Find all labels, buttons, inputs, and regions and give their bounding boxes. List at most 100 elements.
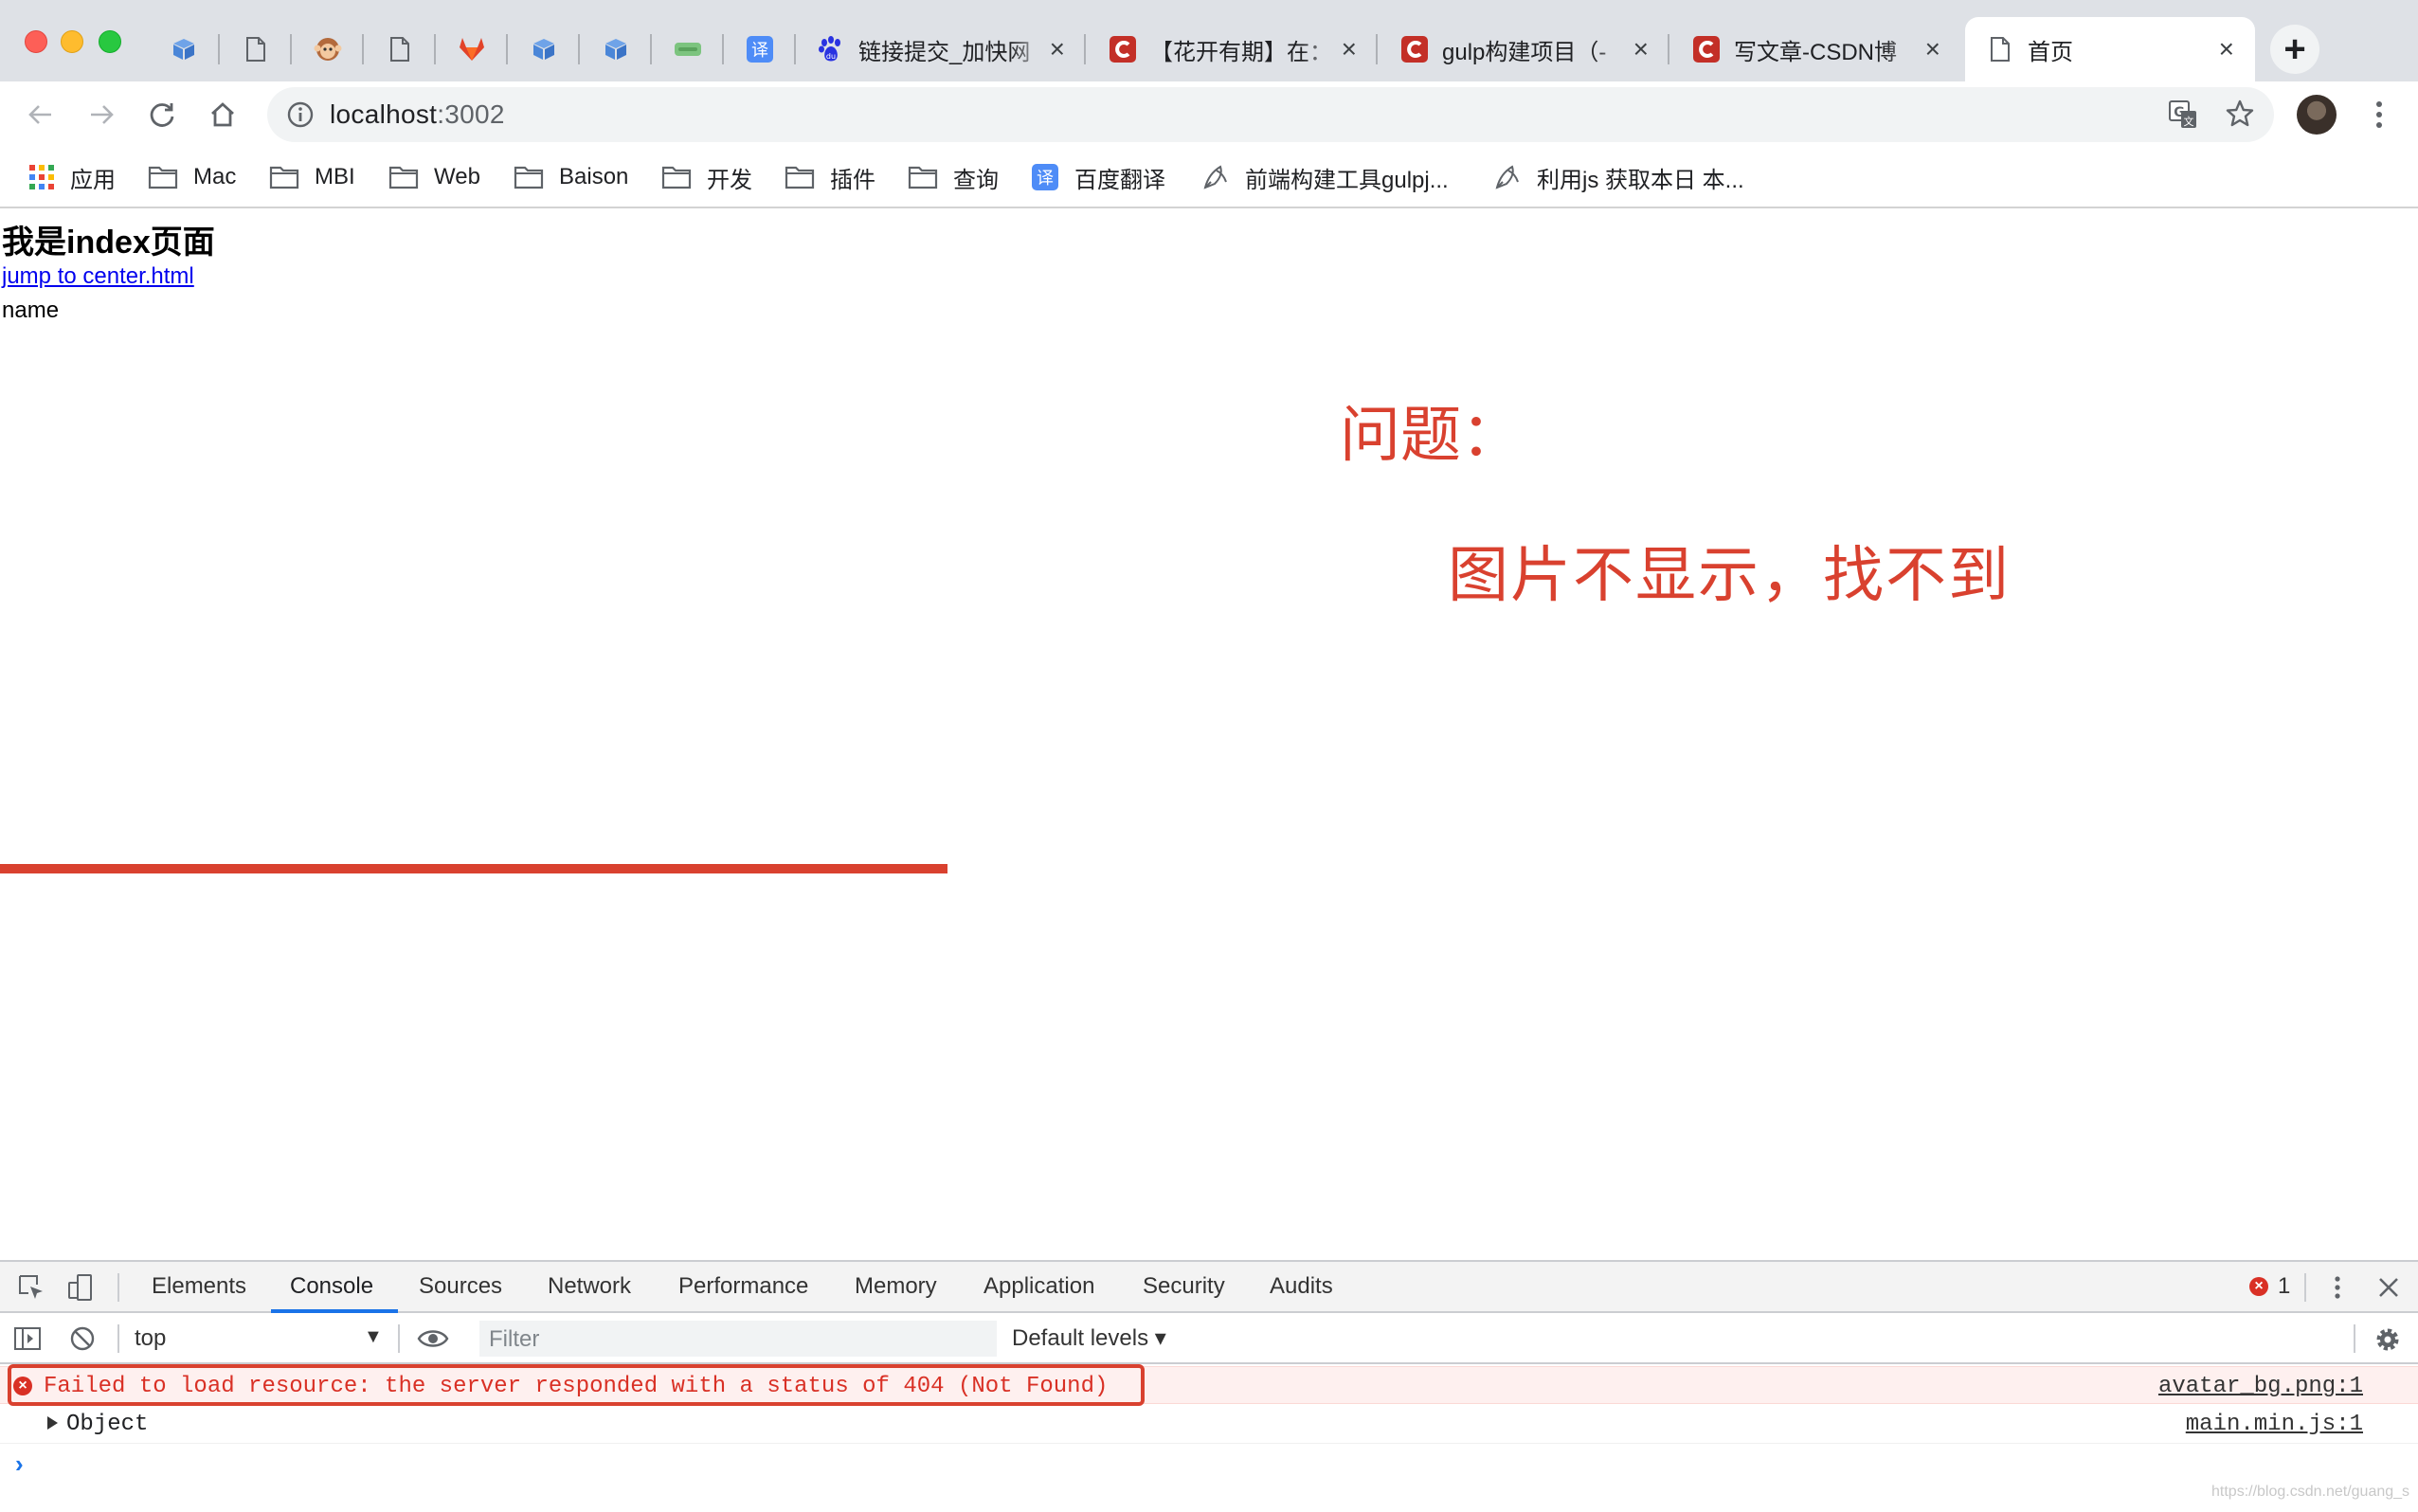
bookmark-folder-web[interactable]: Web	[388, 161, 480, 193]
device-toolbar-icon[interactable]	[66, 1273, 95, 1302]
filter-placeholder: Filter	[489, 1326, 540, 1352]
bookmark-label: MBI	[315, 164, 355, 189]
tab-csdn-1[interactable]: 【花开有期】在： ×	[1088, 17, 1378, 81]
close-devtools-icon[interactable]	[2374, 1273, 2403, 1302]
bookmark-js-date-article[interactable]: 利用js 获取本日 本...	[1493, 161, 1744, 193]
gear-icon[interactable]	[2373, 1324, 2401, 1353]
devtools-tab-network[interactable]: Network	[548, 1273, 631, 1300]
tab-title: 写文章-CSDN博	[1734, 39, 1897, 65]
tab-4[interactable]	[364, 17, 436, 81]
devtools-tab-sources[interactable]: Sources	[419, 1273, 502, 1300]
arrow-right-icon	[91, 105, 114, 124]
devtools-tab-security[interactable]: Security	[1143, 1273, 1225, 1300]
fullscreen-window-button[interactable]	[99, 30, 121, 53]
reload-button[interactable]	[142, 95, 182, 135]
tab-2[interactable]	[220, 17, 292, 81]
csdn-icon	[1692, 35, 1721, 63]
bookmark-label: 开发	[707, 167, 752, 193]
console-log-message: Object main.min.js:1	[0, 1404, 2418, 1444]
home-icon	[211, 102, 234, 127]
tab-csdn-3[interactable]: 写文章-CSDN博 ×	[1671, 17, 1961, 81]
devtools-tab-application[interactable]: Application	[983, 1273, 1094, 1300]
error-source-link[interactable]: avatar_bg.png:1	[2158, 1374, 2363, 1399]
box-icon	[170, 35, 198, 63]
info-icon[interactable]	[286, 100, 315, 134]
tab-active-home[interactable]: 首页 ×	[1965, 17, 2255, 81]
translate-page-icon[interactable]: G文	[2168, 99, 2198, 135]
folder-icon	[661, 165, 692, 189]
tab-9[interactable]: 译	[724, 17, 796, 81]
sidebar-toggle-icon[interactable]	[13, 1324, 42, 1353]
devtools-tab-elements[interactable]: Elements	[152, 1273, 246, 1300]
clear-console-icon[interactable]	[68, 1324, 97, 1353]
tab-1[interactable]	[148, 17, 220, 81]
tab-6[interactable]	[508, 17, 580, 81]
bookmark-label: 利用js 获取本日 本...	[1537, 167, 1744, 193]
tab-7[interactable]	[580, 17, 652, 81]
bookmark-folder-mbi[interactable]: MBI	[269, 161, 355, 193]
browser-menu-button[interactable]	[2365, 95, 2393, 135]
bookmark-gulp-article[interactable]: 前端构建工具gulpj...	[1201, 161, 1449, 193]
log-levels-dropdown[interactable]: Default levels ▾	[1012, 1324, 1166, 1352]
context-selector[interactable]: top	[135, 1325, 166, 1352]
center-page-link[interactable]: jump to center.html	[2, 263, 194, 290]
bookmark-label: 应用	[70, 167, 116, 193]
close-icon[interactable]: ×	[1050, 36, 1065, 63]
new-tab-button[interactable]: +	[2270, 25, 2319, 74]
console-prompt[interactable]: ›	[15, 1449, 24, 1479]
green-bar-icon	[674, 35, 702, 63]
arrow-left-icon	[28, 105, 51, 124]
tab-baidu[interactable]: du 链接提交_加快网 ×	[796, 17, 1086, 81]
close-icon[interactable]: ×	[1342, 36, 1357, 63]
caret-down-icon[interactable]: ▼	[364, 1326, 383, 1348]
close-icon[interactable]: ×	[1925, 36, 1940, 63]
folder-icon	[388, 165, 419, 189]
bookmark-folder-dev[interactable]: 开发	[661, 161, 752, 193]
home-button[interactable]	[203, 95, 243, 135]
bookmark-apps[interactable]: 应用	[28, 161, 116, 193]
tab-csdn-2[interactable]: gulp构建项目（- ×	[1380, 17, 1669, 81]
log-source-link[interactable]: main.min.js:1	[2186, 1412, 2363, 1437]
console-filter-input[interactable]	[479, 1321, 997, 1357]
close-icon[interactable]: ×	[2219, 36, 2234, 63]
tab-5[interactable]	[436, 17, 508, 81]
expand-triangle-icon[interactable]	[47, 1416, 58, 1430]
eye-icon[interactable]	[417, 1324, 449, 1353]
tab-8[interactable]	[652, 17, 724, 81]
devtools-menu-icon[interactable]	[2323, 1273, 2352, 1302]
bookmark-star-icon[interactable]	[2225, 99, 2255, 134]
close-icon[interactable]: ×	[1633, 36, 1649, 63]
bookmark-folder-search[interactable]: 查询	[908, 161, 999, 193]
bookmark-folder-baison[interactable]: Baison	[514, 161, 628, 193]
url-host: localhost	[330, 99, 438, 129]
page-icon	[386, 35, 414, 63]
annotation-underline	[0, 864, 947, 873]
tab-title: 首页	[2028, 39, 2073, 65]
object-text[interactable]: Object	[66, 1412, 148, 1437]
devtools-tab-audits[interactable]: Audits	[1270, 1273, 1333, 1300]
bookmark-folder-plugins[interactable]: 插件	[785, 161, 875, 193]
devtools-tab-performance[interactable]: Performance	[678, 1273, 808, 1300]
url-port: :3002	[437, 99, 505, 129]
url-text[interactable]: localhost:3002	[330, 99, 505, 130]
devtools-tab-console[interactable]: Console	[290, 1273, 373, 1300]
address-bar[interactable]: localhost:3002 G文	[267, 87, 2274, 142]
apps-grid-icon	[28, 164, 55, 190]
inspect-element-icon[interactable]	[17, 1273, 45, 1302]
close-window-button[interactable]	[25, 30, 47, 53]
error-count-badge[interactable]: × 1	[2249, 1273, 2290, 1300]
folder-icon	[148, 165, 178, 189]
tab-3[interactable]	[292, 17, 364, 81]
profile-avatar[interactable]	[2297, 95, 2337, 135]
svg-text:文: 文	[2184, 115, 2194, 128]
minimize-window-button[interactable]	[61, 30, 83, 53]
forward-button[interactable]	[81, 95, 121, 135]
bookmark-folder-mac[interactable]: Mac	[148, 161, 236, 193]
bookmark-baidu-translate[interactable]: 译 百度翻译	[1031, 161, 1165, 193]
console-filter-bar: top ▼ Filter Default levels ▾	[0, 1313, 2418, 1364]
back-button[interactable]	[21, 95, 61, 135]
bookmarks-bar: 应用 Mac MBI Web Baison 开发 插件 查询 译 百度翻译 前端…	[0, 148, 2418, 208]
devtools-tab-memory[interactable]: Memory	[855, 1273, 937, 1300]
csdn-icon	[1109, 35, 1137, 63]
csdn-icon	[1400, 35, 1429, 63]
